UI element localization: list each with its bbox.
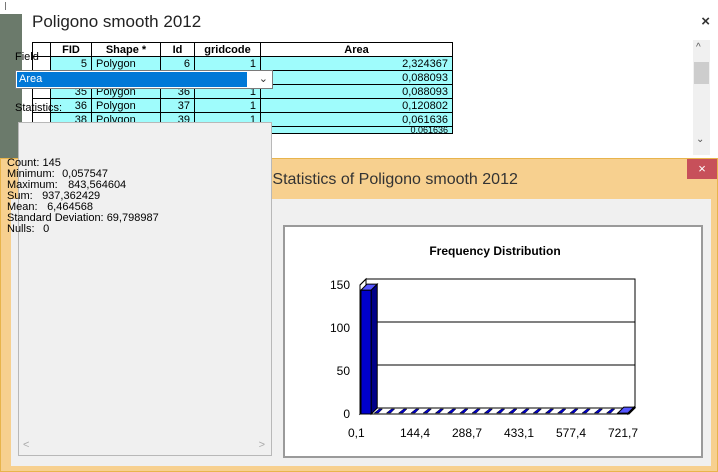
column-header-gridcode[interactable]: gridcode [194,42,261,57]
table-window-title: Poligono smooth 2012 [32,12,202,31]
table-cell[interactable]: 2,324367 [260,56,453,71]
table-cell[interactable]: 0,120802 [260,98,453,113]
table-cell[interactable]: Polygon [91,56,161,71]
statistics-list: Count: 145 Minimum: 0,057547 Maximum: 843,… [7,158,159,235]
statistic-label: Nulls: [7,223,35,235]
chevron-down-icon[interactable]: ⌄ [259,71,268,88]
chart-title: Frequency Distribution [429,244,560,258]
statistic-value: 69,798987 [106,212,159,224]
y-tick-label: 100 [330,321,350,335]
histogram-bar [360,289,372,415]
table-cell[interactable]: 0,061636 [260,126,453,134]
x-tick-label: 577,4 [556,426,586,440]
histogram-bar-side [370,282,378,416]
x-tick-label: 433,1 [504,426,534,440]
x-tick-label: 288,7 [452,426,482,440]
column-header-shape[interactable]: Shape * [91,42,161,57]
table-cell[interactable]: 37 [160,98,195,113]
statistic-row: Nulls: 0 [7,224,159,235]
table-close-button[interactable]: × [701,13,710,30]
x-tick-label: 144,4 [400,426,430,440]
table-cell[interactable]: 0,088093 [260,84,453,99]
scroll-thumb[interactable] [694,62,709,84]
scroll-down-icon[interactable]: ⌄ [696,134,704,145]
chart-back-wall [365,278,636,409]
table-row[interactable]: 5 Polygon 6 1 2,324367 [32,56,453,71]
y-tick-label: 0 [343,407,350,421]
statistics-label: Statistics: [15,102,63,114]
chart-svg: Frequency Distribution 0 50 100 150 0,1 144,4 2… [330,244,638,440]
statistic-value: 0 [43,223,50,235]
column-header-id[interactable]: Id [160,42,195,57]
x-tick-label: 0,1 [348,426,365,440]
table-cell[interactable]: 1 [194,56,261,71]
column-header-fid[interactable]: FID [50,42,92,57]
table-cell[interactable]: Polygon [91,98,161,113]
table-vertical-scrollbar[interactable]: ^ ⌄ [693,40,710,155]
scroll-right-icon[interactable]: > [259,439,265,451]
table-cell[interactable]: 0,088093 [260,70,453,85]
table-row[interactable]: 36 Polygon 37 1 0,120802 [32,98,453,113]
x-tick-label: 721,7 [608,426,638,440]
table-cell[interactable]: 5 [50,56,92,71]
y-tick-label: 50 [337,364,351,378]
scroll-left-icon[interactable]: < [23,439,29,451]
field-label: Field [15,51,39,63]
table-cell[interactable]: 6 [160,56,195,71]
field-dropdown[interactable]: Area ⌄ [15,70,273,89]
table-cell[interactable]: 1 [194,98,261,113]
scroll-up-icon[interactable]: ^ [696,42,701,53]
statistics-horizontal-scrollbar[interactable]: < > [19,437,271,455]
y-tick-label: 150 [330,278,350,292]
column-header-area[interactable]: Area [260,42,453,57]
dialog-close-button[interactable]: × [687,159,717,179]
frequency-distribution-chart: Frequency Distribution 0 50 100 150 0,1 144,4 2… [283,225,703,458]
table-cell[interactable]: 0,061636 [260,112,453,127]
field-dropdown-value[interactable]: Area [17,72,247,87]
